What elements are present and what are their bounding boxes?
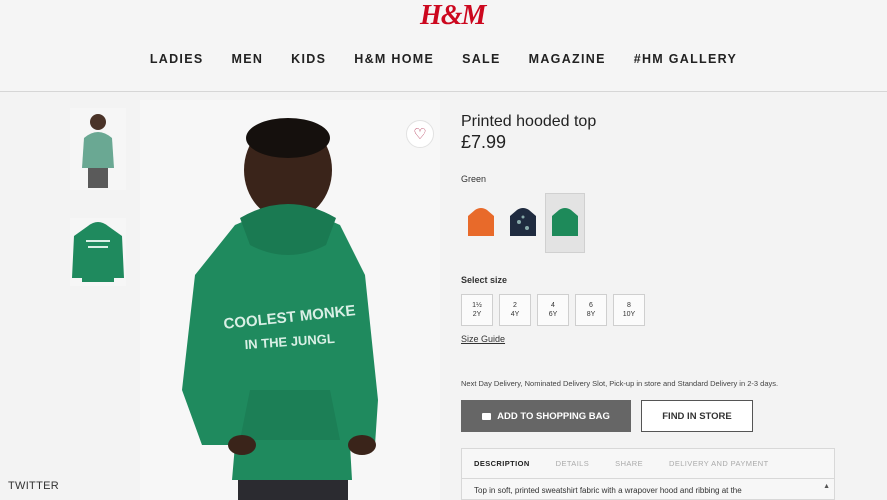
- nav-item-men[interactable]: MEN: [231, 52, 263, 66]
- thumbnail-model[interactable]: [70, 108, 126, 190]
- size-option[interactable]: 8 10Y: [613, 294, 645, 326]
- product-main-image: COOLEST MONKE IN THE JUNGL: [140, 100, 440, 500]
- tab-share[interactable]: SHARE: [615, 459, 643, 468]
- swatch-orange[interactable]: [461, 193, 501, 253]
- size-label: Select size: [461, 275, 508, 285]
- nav-item-sale[interactable]: SALE: [462, 52, 501, 66]
- product-title: Printed hooded top: [461, 113, 597, 130]
- site-header: H&M LADIES MEN KIDS H&M HOME SALE MAGAZI…: [0, 0, 887, 92]
- nav-item-ladies[interactable]: LADIES: [150, 52, 204, 66]
- thumbnail-hoodie[interactable]: [70, 218, 126, 286]
- size-option[interactable]: 2 4Y: [499, 294, 531, 326]
- nav-item-kids[interactable]: KIDS: [291, 52, 326, 66]
- size-option[interactable]: 4 6Y: [537, 294, 569, 326]
- size-option[interactable]: 1½ 2Y: [461, 294, 493, 326]
- product-info-tabs: DESCRIPTION DETAILS SHARE DELIVERY AND P…: [461, 448, 835, 500]
- shopping-bag-icon: [482, 412, 492, 420]
- tab-details[interactable]: DETAILS: [556, 459, 590, 468]
- tab-bar: DESCRIPTION DETAILS SHARE DELIVERY AND P…: [462, 449, 834, 479]
- nav-item-gallery[interactable]: #HM GALLERY: [634, 52, 737, 66]
- color-swatches: [461, 193, 585, 253]
- tab-delivery-payment[interactable]: DELIVERY AND PAYMENT: [669, 459, 769, 468]
- scroll-up-icon[interactable]: ▲: [823, 483, 830, 490]
- nav-item-magazine[interactable]: MAGAZINE: [529, 52, 606, 66]
- delivery-info: Next Day Delivery, Nominated Delivery Sl…: [461, 379, 779, 388]
- add-to-bag-label: ADD TO SHOPPING BAG: [497, 410, 610, 422]
- color-label: Green: [461, 174, 487, 184]
- wishlist-heart-icon[interactable]: ♡: [406, 120, 434, 148]
- find-in-store-button[interactable]: FIND IN STORE: [641, 400, 753, 432]
- tab-description[interactable]: DESCRIPTION: [474, 459, 530, 468]
- hm-logo[interactable]: H&M: [420, 0, 486, 32]
- swatch-green-selected[interactable]: [545, 193, 585, 253]
- size-guide-link[interactable]: Size Guide: [461, 334, 505, 344]
- twitter-watermark: TWITTER: [8, 480, 59, 492]
- size-options: 1½ 2Y 2 4Y 4 6Y 6 8Y 8 10Y: [461, 294, 645, 326]
- add-to-bag-button[interactable]: ADD TO SHOPPING BAG: [461, 400, 631, 432]
- swatch-navy[interactable]: [503, 193, 543, 253]
- main-nav: LADIES MEN KIDS H&M HOME SALE MAGAZINE #…: [0, 52, 887, 66]
- size-option[interactable]: 6 8Y: [575, 294, 607, 326]
- product-price: £7.99: [461, 132, 507, 152]
- nav-item-home[interactable]: H&M HOME: [354, 52, 434, 66]
- description-text: Top in soft, printed sweatshirt fabric w…: [474, 486, 742, 495]
